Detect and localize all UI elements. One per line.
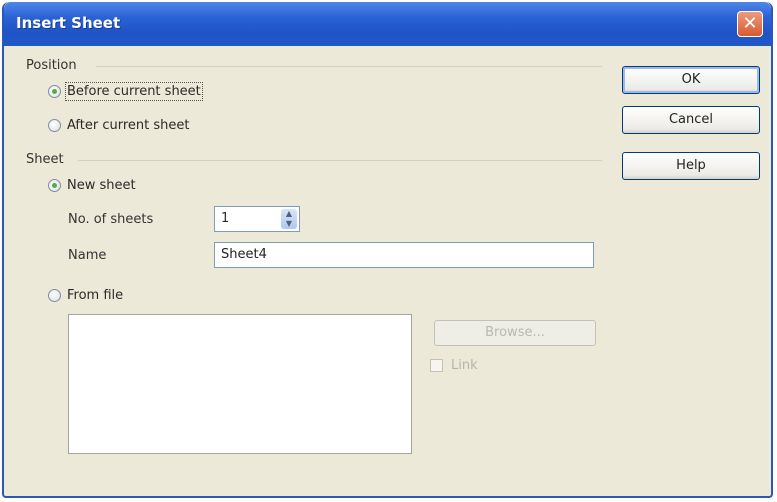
browse-button[interactable]: Browse...: [434, 320, 596, 346]
link-checkbox[interactable]: [430, 359, 443, 372]
new-sheet-label: New sheet: [67, 178, 136, 193]
help-button[interactable]: Help: [622, 152, 760, 180]
sheet-separator: [78, 160, 602, 161]
num-sheets-stepper[interactable]: 1 ▲ ▼: [214, 206, 300, 232]
sheet-name-input[interactable]: Sheet4: [214, 242, 594, 268]
link-option[interactable]: Link: [430, 358, 478, 373]
sheet-group-label: Sheet: [26, 152, 64, 167]
title-bar[interactable]: Insert Sheet ✕: [4, 2, 771, 46]
after-current-sheet-label: After current sheet: [67, 118, 190, 133]
before-current-sheet-radio[interactable]: [48, 85, 61, 98]
cancel-button[interactable]: Cancel: [622, 106, 760, 134]
position-separator: [96, 66, 602, 67]
from-file-radio[interactable]: [48, 289, 61, 302]
num-sheets-value: 1: [221, 211, 230, 226]
after-current-sheet-radio[interactable]: [48, 119, 61, 132]
close-button[interactable]: ✕: [737, 11, 763, 37]
close-icon: ✕: [742, 13, 758, 34]
after-current-sheet-option[interactable]: After current sheet: [48, 118, 189, 133]
file-sheets-list[interactable]: [68, 314, 412, 454]
position-group-label: Position: [26, 58, 77, 73]
before-current-sheet-option[interactable]: Before current sheet: [48, 82, 203, 101]
from-file-option[interactable]: From file: [48, 288, 123, 303]
ok-button[interactable]: OK: [622, 66, 760, 94]
num-sheets-label: No. of sheets: [68, 212, 154, 227]
new-sheet-option[interactable]: New sheet: [48, 178, 136, 193]
link-label: Link: [451, 358, 478, 373]
insert-sheet-dialog: Insert Sheet ✕ Position Before current s…: [2, 2, 773, 498]
new-sheet-radio[interactable]: [48, 179, 61, 192]
before-current-sheet-label: Before current sheet: [65, 82, 203, 101]
spin-arrows-icon[interactable]: ▲ ▼: [281, 209, 297, 229]
from-file-label: From file: [67, 288, 124, 303]
name-label: Name: [68, 248, 107, 263]
dialog-title: Insert Sheet: [16, 14, 121, 32]
